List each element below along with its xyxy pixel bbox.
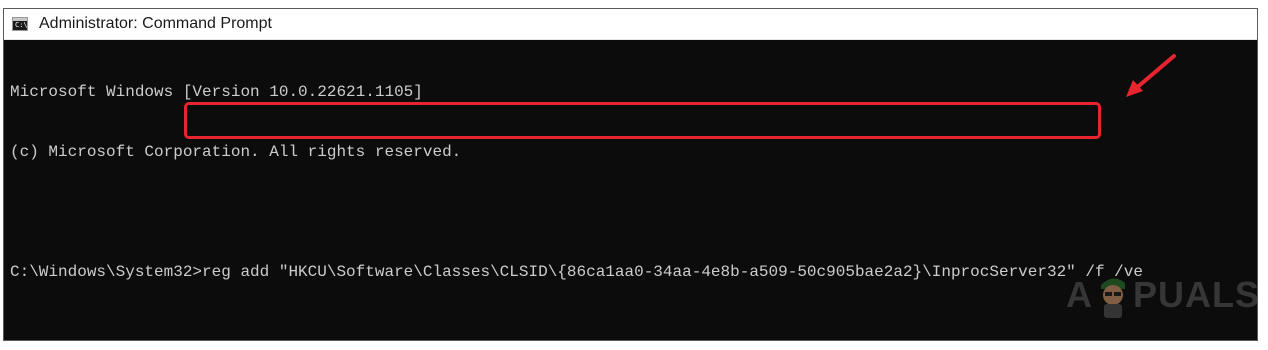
- red-arrow-icon: [1126, 54, 1176, 97]
- console-output[interactable]: Microsoft Windows [Version 10.0.22621.11…: [10, 42, 1143, 322]
- console-line-copyright: (c) Microsoft Corporation. All rights re…: [10, 143, 462, 161]
- window-title: Administrator: Command Prompt: [39, 15, 272, 32]
- console-line-command: C:\Windows\System32>reg add "HKCU\Softwa…: [10, 263, 1143, 281]
- console-line-version: Microsoft Windows [Version 10.0.22621.11…: [10, 83, 423, 101]
- icon-prompt-text: C:\: [15, 21, 28, 29]
- title-bar[interactable]: C:\ Administrator: Command Prompt: [4, 9, 1257, 40]
- watermark-text-right: PUALS: [1133, 274, 1261, 315]
- appuals-mascot-icon: [1101, 278, 1125, 318]
- command-prompt-icon: C:\: [12, 17, 28, 31]
- watermark-text-left: A: [1066, 274, 1093, 315]
- appuals-watermark: A PUALS: [1066, 271, 1260, 319]
- command-highlight-box: [184, 102, 1101, 139]
